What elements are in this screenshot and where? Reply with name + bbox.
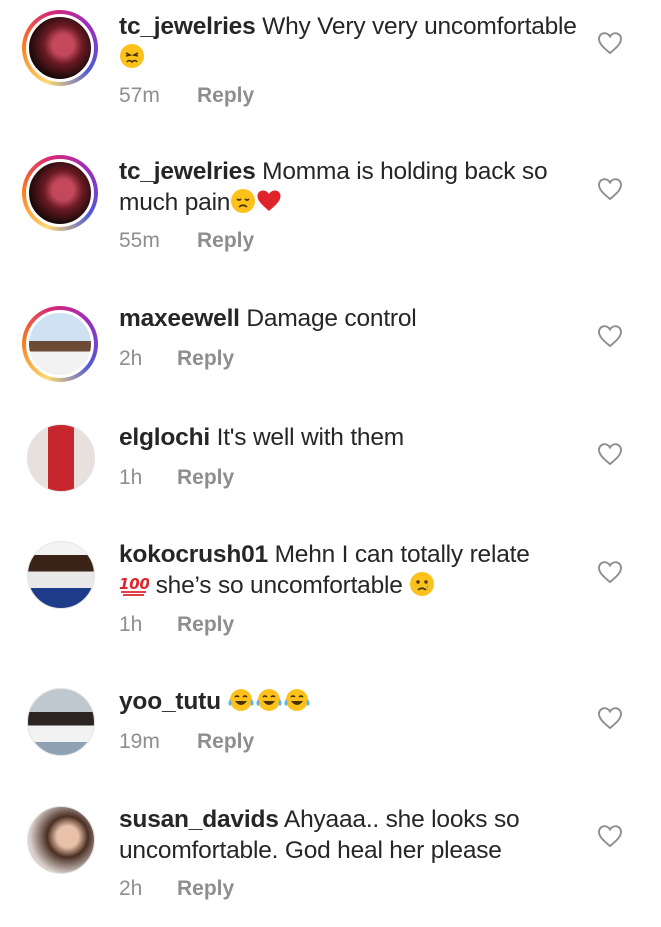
comment-username[interactable]: yoo_tutu <box>119 688 221 715</box>
comment-item: yoo_tutu 19m Reply <box>0 684 661 794</box>
comment-meta: 19m Reply <box>119 730 254 754</box>
story-ring[interactable] <box>22 10 98 86</box>
comment-username[interactable]: susan_davids <box>119 806 279 833</box>
reply-button[interactable]: Reply <box>177 613 234 636</box>
avatar[interactable] <box>26 159 94 227</box>
comment-meta: 57m Reply <box>119 84 254 108</box>
comment-username[interactable]: maxeewell <box>119 305 240 332</box>
comment-body: Damage control <box>246 305 417 332</box>
avatar[interactable] <box>27 688 95 756</box>
comment-username[interactable]: tc_jewelries <box>119 13 256 40</box>
heart-outline-icon[interactable] <box>597 31 623 55</box>
comment-body: Mehn I can totally relate <box>274 541 530 568</box>
avatar-frame[interactable] <box>27 541 95 609</box>
tears-of-joy-emoji <box>284 689 310 711</box>
comment-time: 57m <box>119 84 160 107</box>
comment-item: tc_jewelries Momma is holding back so mu… <box>0 145 661 285</box>
hundred-points-emoji: 100 <box>119 575 149 596</box>
tears-of-joy-emoji <box>256 689 282 711</box>
comment-username[interactable]: tc_jewelries <box>119 158 256 185</box>
comment-text: kokocrush01 Mehn I can totally relate 10… <box>119 539 589 601</box>
comment-text: tc_jewelries Momma is holding back so mu… <box>119 156 589 218</box>
comment-time: 2h <box>119 347 143 370</box>
avatar[interactable] <box>27 424 95 492</box>
avatar[interactable] <box>26 310 94 378</box>
comment-item: maxeewell Damage control 2h Reply <box>0 298 661 408</box>
reply-button[interactable]: Reply <box>177 877 234 900</box>
comment-username[interactable]: kokocrush01 <box>119 541 268 568</box>
comment-time: 19m <box>119 730 160 753</box>
avatar-frame[interactable] <box>27 806 95 874</box>
comment-body: It's well with them <box>216 424 405 451</box>
comment-item: elglochi It's well with them 1h Reply <box>0 420 661 530</box>
heart-outline-icon[interactable] <box>597 824 623 848</box>
comment-meta: 55m Reply <box>119 229 254 253</box>
svg-text:100: 100 <box>119 575 149 593</box>
comment-body-line2: she’s so uncomfortable <box>155 572 403 599</box>
comment-text: susan_davids Ahyaaa.. she looks so uncom… <box>119 804 589 866</box>
story-ring[interactable] <box>22 155 98 231</box>
reply-button[interactable]: Reply <box>197 229 254 252</box>
comment-meta: 1h Reply <box>119 613 234 637</box>
reply-button[interactable]: Reply <box>177 466 234 489</box>
avatar-frame[interactable] <box>27 688 95 756</box>
disappointed-face-emoji <box>231 189 256 213</box>
heart-outline-icon[interactable] <box>597 442 623 466</box>
comment-item: kokocrush01 Mehn I can totally relate 10… <box>0 537 661 677</box>
comment-text: elglochi It's well with them <box>119 422 589 453</box>
persevering-face-emoji <box>120 44 144 68</box>
comment-text: maxeewell Damage control <box>119 303 589 334</box>
comment-time: 2h <box>119 877 143 900</box>
avatar[interactable] <box>27 806 95 874</box>
tears-of-joy-emoji <box>228 689 254 711</box>
comment-time: 55m <box>119 229 160 252</box>
red-heart-emoji <box>257 190 281 211</box>
heart-outline-icon[interactable] <box>597 560 623 584</box>
comment-meta: 2h Reply <box>119 877 234 901</box>
reply-button[interactable]: Reply <box>197 84 254 107</box>
comment-text: yoo_tutu <box>119 686 589 717</box>
avatar-frame[interactable] <box>27 424 95 492</box>
avatar[interactable] <box>26 14 94 82</box>
comment-body: Why Very very uncomfortable <box>262 13 577 40</box>
comment-item: susan_davids Ahyaaa.. she looks so uncom… <box>0 802 661 927</box>
crying-face-emoji <box>410 572 435 596</box>
avatar[interactable] <box>27 541 95 609</box>
heart-outline-icon[interactable] <box>597 177 623 201</box>
reply-button[interactable]: Reply <box>177 347 234 370</box>
comment-time: 1h <box>119 466 143 489</box>
comment-meta: 1h Reply <box>119 466 234 490</box>
comment-meta: 2h Reply <box>119 347 234 371</box>
story-ring[interactable] <box>22 306 98 382</box>
reply-button[interactable]: Reply <box>197 730 254 753</box>
comment-time: 1h <box>119 613 143 636</box>
heart-outline-icon[interactable] <box>597 324 623 348</box>
comment-username[interactable]: elglochi <box>119 424 210 451</box>
heart-outline-icon[interactable] <box>597 706 623 730</box>
comment-item: tc_jewelries Why Very very uncomfortable… <box>0 0 661 140</box>
comment-text: tc_jewelries Why Very very uncomfortable <box>119 11 589 73</box>
